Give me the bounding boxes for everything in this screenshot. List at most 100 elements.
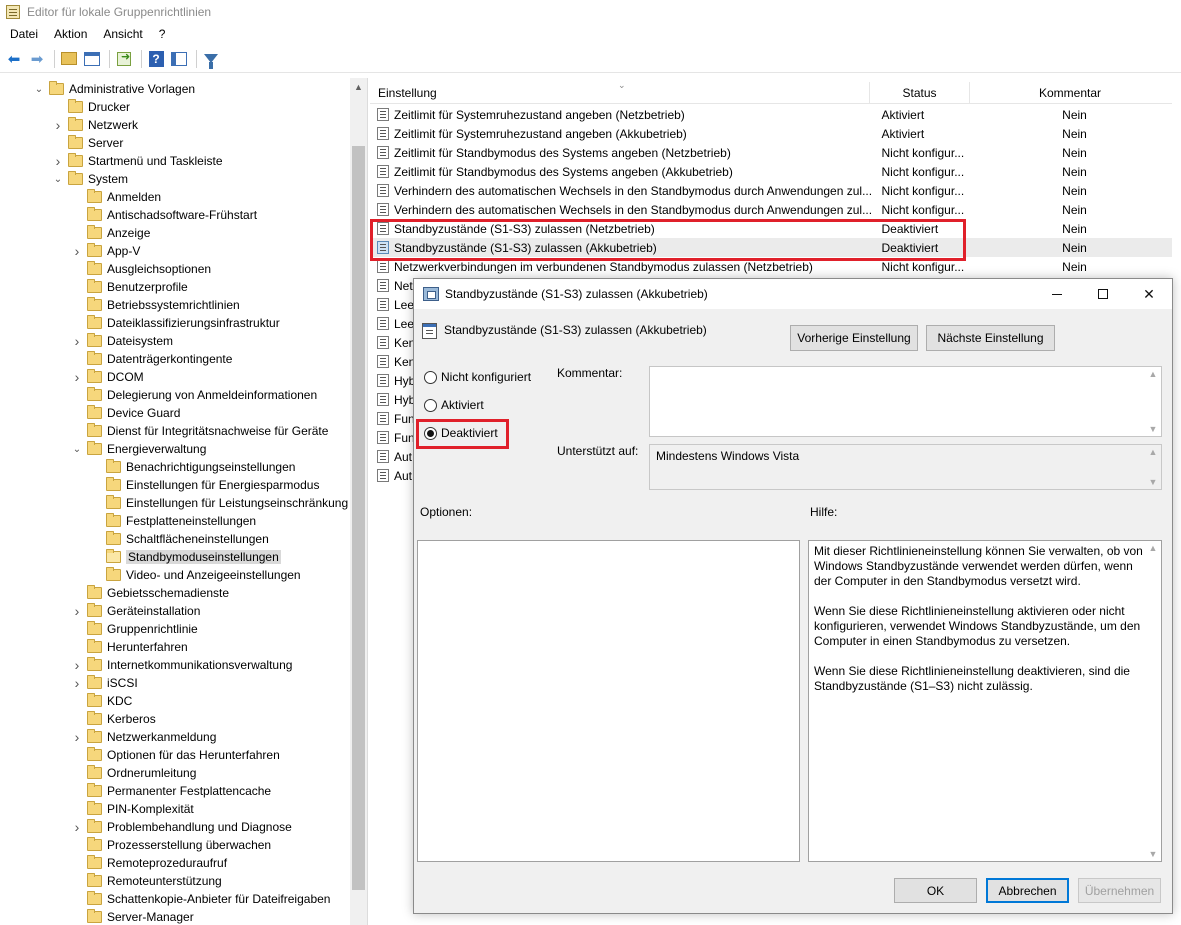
menu-help[interactable]: ? (153, 27, 172, 41)
tree-item[interactable]: › App-V (71, 242, 140, 260)
chevron-right-icon[interactable]: › (71, 656, 83, 674)
tree-item[interactable]: Schaltflächeneinstellungen (90, 530, 269, 548)
next-setting-button[interactable]: Nächste Einstellung (926, 325, 1055, 351)
show-hide-tree-button[interactable] (82, 49, 102, 69)
properties-button[interactable] (169, 49, 189, 69)
tree-item[interactable]: Optionen für das Herunterfahren (71, 746, 280, 764)
tree-item[interactable]: Schattenkopie-Anbieter für Dateifreigabe… (71, 890, 330, 908)
tree-item[interactable]: ⌄ Administrative Vorlagen (33, 80, 195, 98)
table-row[interactable]: Verhindern des automatischen Wechsels in… (370, 200, 1172, 219)
cancel-button[interactable]: Abbrechen (986, 878, 1069, 903)
table-row[interactable]: Zeitlimit für Systemruhezustand angeben … (370, 105, 1172, 124)
radio-not-configured[interactable]: Nicht konfiguriert (424, 370, 531, 384)
tree-item[interactable]: Gebietsschemadienste (71, 584, 229, 602)
tree-item[interactable]: › DCOM (71, 368, 144, 386)
tree-item[interactable]: Drucker (52, 98, 130, 116)
tree-item[interactable]: Device Guard (71, 404, 180, 422)
tree-item[interactable]: Video- und Anzeigeeinstellungen (90, 566, 301, 584)
tree-item[interactable]: Gruppenrichtlinie (71, 620, 198, 638)
chevron-right-icon[interactable]: › (52, 116, 64, 134)
tree-item[interactable]: Anmelden (71, 188, 161, 206)
tree-item[interactable]: Anzeige (71, 224, 150, 242)
supported-scrollbar[interactable]: ▲ ▼ (1145, 445, 1161, 489)
column-header-status[interactable]: Status (870, 81, 970, 104)
tree-item[interactable]: › iSCSI (71, 674, 138, 692)
column-header-comment[interactable]: Kommentar (970, 82, 1170, 104)
tree-item[interactable]: Herunterfahren (71, 638, 188, 656)
tree-item[interactable]: Datenträgerkontingente (71, 350, 232, 368)
tree-item[interactable]: Benutzerprofile (71, 278, 188, 296)
help-scrollbar[interactable]: ▲ ▼ (1145, 541, 1161, 861)
table-row[interactable]: Standbyzustände (S1-S3) zulassen (Netzbe… (370, 219, 1172, 238)
tree-item[interactable]: PIN-Komplexität (71, 800, 194, 818)
scroll-up-icon[interactable]: ▲ (1145, 543, 1161, 553)
tree-item[interactable]: › Netzwerkanmeldung (71, 728, 216, 746)
tree-item[interactable]: Antischadsoftware-Frühstart (71, 206, 257, 224)
chevron-right-icon[interactable]: › (52, 152, 64, 170)
tree-item[interactable]: Benachrichtigungseinstellungen (90, 458, 295, 476)
chevron-right-icon[interactable]: › (71, 728, 83, 746)
chevron-right-icon[interactable]: › (71, 242, 83, 260)
chevron-down-icon[interactable]: ⌄ (71, 440, 83, 458)
previous-setting-button[interactable]: Vorherige Einstellung (790, 325, 918, 351)
forward-arrow-icon[interactable]: ➡ (27, 49, 47, 69)
up-folder-button[interactable] (59, 49, 79, 69)
tree-item[interactable]: Permanenter Festplattencache (71, 782, 271, 800)
tree-item[interactable]: Remoteunterstützung (71, 872, 222, 890)
table-row[interactable]: Zeitlimit für Standbymodus des Systems a… (370, 143, 1172, 162)
menu-aktion[interactable]: Aktion (48, 27, 93, 41)
scrollbar-thumb[interactable] (352, 146, 365, 890)
chevron-down-icon[interactable]: ⌄ (33, 80, 45, 98)
chevron-right-icon[interactable]: › (71, 818, 83, 836)
tree-item[interactable]: Ordnerumleitung (71, 764, 196, 782)
menu-datei[interactable]: Datei (4, 27, 44, 41)
radio-enabled[interactable]: Aktiviert (424, 398, 484, 412)
radio-circle[interactable] (424, 398, 437, 412)
table-row[interactable]: Zeitlimit für Systemruhezustand angeben … (370, 124, 1172, 143)
table-row[interactable]: Netzwerkverbindungen im verbundenen Stan… (370, 257, 1172, 276)
chevron-right-icon[interactable]: › (71, 332, 83, 350)
tree-item[interactable]: Prozesserstellung überwachen (71, 836, 271, 854)
tree-item[interactable]: Kerberos (71, 710, 156, 728)
export-list-button[interactable] (114, 49, 134, 69)
console-tree[interactable]: ▲ ⌄ Administrative Vorlagen Drucker › Netzwe… (0, 78, 368, 925)
tree-scrollbar[interactable]: ▲ (350, 78, 367, 925)
tree-item[interactable]: › Netzwerk (52, 116, 138, 134)
help-button[interactable]: ? (146, 49, 166, 69)
tree-item[interactable]: Server-Manager (71, 908, 194, 925)
ok-button[interactable]: OK (894, 878, 977, 903)
menu-ansicht[interactable]: Ansicht (97, 27, 148, 41)
chevron-right-icon[interactable]: › (71, 368, 83, 386)
tree-item[interactable]: Delegierung von Anmeldeinformationen (71, 386, 317, 404)
chevron-down-icon[interactable]: ⌄ (52, 170, 64, 188)
minimize-button[interactable] (1034, 279, 1080, 309)
tree-item[interactable]: › Startmenü und Taskleiste (52, 152, 223, 170)
tree-item[interactable]: › Dateisystem (71, 332, 173, 350)
tree-item[interactable]: › Geräteinstallation (71, 602, 200, 620)
tree-item[interactable]: Dienst für Integritätsnachweise für Gerä… (71, 422, 328, 440)
radio-circle[interactable] (424, 370, 437, 384)
tree-item[interactable]: Festplatteneinstellungen (90, 512, 256, 530)
table-row[interactable]: Standbyzustände (S1-S3) zulassen (Akkube… (370, 238, 1172, 257)
options-panel[interactable] (417, 540, 800, 862)
scroll-down-icon[interactable]: ▼ (1145, 849, 1161, 859)
help-panel[interactable]: Mit dieser Richtlinieneinstellung können… (808, 540, 1162, 862)
radio-disabled[interactable]: Deaktiviert (424, 426, 498, 440)
comment-scrollbar[interactable]: ▲ ▼ (1145, 367, 1161, 436)
table-row[interactable]: Verhindern des automatischen Wechsels in… (370, 181, 1172, 200)
tree-item[interactable]: Einstellungen für Leistungseinschränkung (90, 494, 348, 512)
tree-item[interactable]: › Internetkommunikationsverwaltung (71, 656, 292, 674)
scroll-down-icon[interactable]: ▼ (1145, 424, 1161, 434)
tree-item[interactable]: ⌄ System (52, 170, 128, 188)
back-arrow-icon[interactable]: ⬅ (4, 49, 24, 69)
tree-item[interactable]: Betriebssystemrichtlinien (71, 296, 240, 314)
apply-button[interactable]: Übernehmen (1078, 878, 1161, 903)
tree-item[interactable]: KDC (71, 692, 132, 710)
tree-item[interactable]: › Problembehandlung und Diagnose (71, 818, 292, 836)
chevron-right-icon[interactable]: › (71, 602, 83, 620)
filter-button[interactable] (201, 49, 221, 69)
table-row[interactable]: Zeitlimit für Standbymodus des Systems a… (370, 162, 1172, 181)
maximize-button[interactable] (1080, 279, 1126, 309)
scroll-up-icon[interactable]: ▲ (350, 82, 367, 92)
tree-item[interactable]: Ausgleichsoptionen (71, 260, 211, 278)
